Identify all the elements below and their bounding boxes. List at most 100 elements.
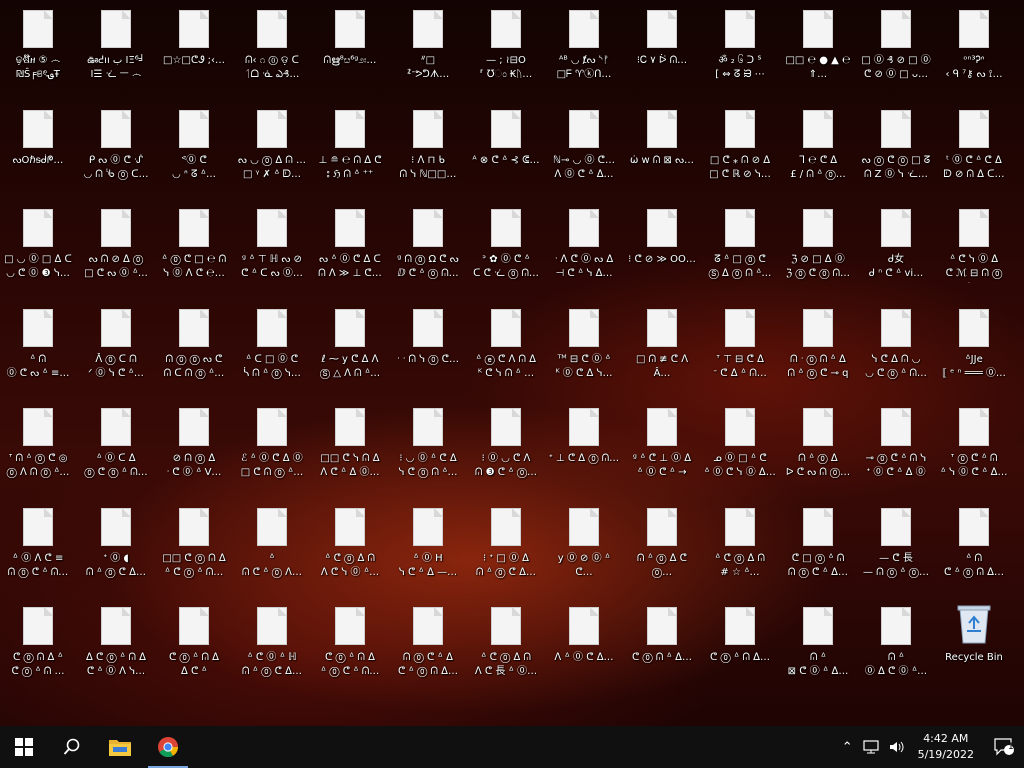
- desktop-file-icon[interactable]: ⁝ ᕦ ⊘ ≫ OO…: [626, 201, 698, 289]
- desktop-file-icon[interactable]: ᐞ ⓔ ᕦ ᐱ ᕬ ᐃ ᴷ ᕦ ᓭ ᕬ ᐞ …: [470, 301, 542, 389]
- desktop-file-icon[interactable]: ℨ ⊘ □ ᐃ ⓪ ℨ ⓪ ᕦ ⓪ ᕬ…: [782, 201, 854, 289]
- desktop-file-icon[interactable]: ᐞ ᑕ □ ⓪ ᕦ ᓵ ᕬ ᐞ ⓪ ᓭ…: [236, 301, 308, 389]
- chevron-up-icon[interactable]: ⌃: [842, 740, 853, 755]
- chrome-button[interactable]: [144, 726, 192, 768]
- desktop-file-icon[interactable]: ᕦ □ ⓪ ᐞ ᕬ ᕬ ⓪ ᕦ ᐞ ᐃ…: [782, 500, 854, 588]
- desktop-file-icon[interactable]: ᕬ ⓪ ⓪ ᔓ ᕦ ᕬ ᑕ ᕬ ⓪ ᐞ…: [158, 301, 230, 389]
- desktop-file-icon[interactable]: □ ◡ ⓪ □ ᐃ ᑕ ◡ ᕦ ⓪ ❸ ᓭ…: [2, 201, 74, 289]
- desktop-file-icon[interactable]: □□ ℮ ● ▲ ℮ ⇑…: [782, 2, 854, 90]
- desktop-file-icon[interactable]: ℰ ᐞ ⓪ ᕦ ᐃ ⓪ □ ᕦ ᕬ ⓪ ᐞ…: [236, 400, 308, 488]
- desktop-file-icon[interactable]: ᕬഋ⁸ೞ⁶ᵍ೨⦂…: [314, 2, 386, 90]
- desktop-file-icon[interactable]: ᔓ ᕬ ⊘ ᐃ ⓪ □ ᕦ ᔓ ⓪ ᐞ…: [80, 201, 152, 289]
- desktop-file-icon[interactable]: ⁝ ᐩ □ ⓪ ᐃ ᕬ ᐞ ⓪ ᕦ ᐃ…: [470, 500, 542, 588]
- desktop-file-icon[interactable]: ᐧ ᐱ ᕦ ⓪ ᔓ ᐃ ⊣ ᕦ ᐞ ᓭ ᐃ…: [548, 201, 620, 289]
- desktop-file-icon[interactable]: ᘔ ᐞ □ ⓪ ᕦ Ⓢ ᐃ ⓪ ᕬ ᐞ…: [704, 201, 776, 289]
- desktop-file-icon[interactable]: ᐰ ⓪ ᑕ ᕬ ᐟ ⓪ ᓭ ᕦ ᐞ…: [80, 301, 152, 389]
- desktop-file-icon[interactable]: ⊸ ⓪ ᕦ ᐞ ᕬ ᓭ ᐩ ⓪ ᕦ ᐞ ᐃ ⓪: [860, 400, 932, 488]
- desktop-file-icon[interactable]: □ ᕬ ≢ ᕦ ᐱ Â…: [626, 301, 698, 389]
- desktop-file-icon[interactable]: ᵍ ᐞ ⊤ ℍ ᔓ ⊘ ᕦ ᐞ ᑕ ᔓ ⓪…: [236, 201, 308, 289]
- search-button[interactable]: [48, 726, 96, 768]
- desktop-file-icon[interactable]: ᕬ ᐞ ⓪ ᐃ ᐅ ᕦ ᔓ ᕬ ⓪…: [782, 400, 854, 488]
- desktop-file-icon[interactable]: ᕦ ⓪ ᐞ ᕬ ᐃ ᐞ ⓪ ᕦ ᐞ ᕬ…: [314, 599, 386, 687]
- notification-button[interactable]: 1: [984, 726, 1024, 768]
- desktop-file-icon[interactable]: ᕦ ⓪ ᐞ ᕬ ᐃ…: [704, 599, 776, 687]
- desktop-file-icon[interactable]: ᵍ ᕬ ⓪ Ω ᕦ ᔓ ⅅ ᕦ ᐞ ⓪ ᕬ…: [392, 201, 464, 289]
- desktop-file-icon[interactable]: ᕬ ᐞ ⓪ ᐃ ᕦ ⓪ ᐞ…: [860, 599, 932, 687]
- file-explorer-button[interactable]: [96, 726, 144, 768]
- desktop-file-icon[interactable]: ᐞ ⓪ ᐱ ᕦ ≡ ᕬ ⓪ ᕦ ᐞ ᕬ…: [2, 500, 74, 588]
- desktop-file-icon[interactable]: ᐥ□ ᙇᐨᕗᕤᗑ…: [392, 2, 464, 90]
- desktop-file-icon[interactable]: ᐣ ✿ ⓪ ᕦ ᐞ ᑕ ᕦ ᓨ ⓪ ᕬ…: [470, 201, 542, 289]
- desktop-file-icon[interactable]: ᕝ⓪ ᕦ ◡ ᐢ ᘔ ᐞ…: [158, 102, 230, 190]
- desktop-file-icon[interactable]: ᑯ女 ᑯ ⁿ ᕦ ᐞ vi…: [860, 201, 932, 289]
- desktop-file-icon[interactable]: ᐞ ⓪ ᑕ ᐃ ⓪ ᕦ ⓪ ᐞ ᕬ…: [80, 400, 152, 488]
- desktop-file-icon[interactable]: ᐞ ⓪ H ᓭ ᕦ ᐞ ᐃ —…: [392, 500, 464, 588]
- volume-icon[interactable]: [889, 740, 905, 754]
- desktop-file-icon[interactable]: ᕬ ᐞ ⓪ ᐃ ᕦ ⓪…: [626, 500, 698, 588]
- desktop-file-icon[interactable]: ᕦ ⓪ ᕬ ᐞ ᐃ…: [626, 599, 698, 687]
- network-icon[interactable]: [862, 740, 879, 754]
- desktop-file-icon[interactable]: ᓄ ⓪ □ ᐞ ᕦ ᐞ ⓪ ᕦ ᓭ ⓪ ᐃ…: [704, 400, 776, 488]
- desktop-file-icon[interactable]: ᕬ‹ ೧ ⓪ ଡ଼ ᑕ ᛐᗝ ᓍ ఎ₰…: [236, 2, 308, 90]
- desktop-file-icon[interactable]: ᐞ ᕦ ⓪ ᐞ ℍ ᕬ ᐞ ⓪ ᕦ ᐃ…: [236, 599, 308, 687]
- desktop-file-icon[interactable]: ᴬ ⊗ ᕦ ᐞ ⊰ ᕳ…: [470, 102, 542, 190]
- desktop-file-icon[interactable]: ᐞ ᕬ ⓪ ᕦ ᔓ ᐞ ≡…: [2, 301, 74, 389]
- desktop-file-icon[interactable]: □□ ᕦ ᓭ ᕬ ᐃ ᐱ ᕦ ᐞ ᐃ ⓪…: [314, 400, 386, 488]
- desktop-file-icon[interactable]: ᑭ ᔓ ⓪ ᕦ ᔛ ◡ ᕬ ᔎ ⓪ ᑕ…: [80, 102, 152, 190]
- desktop-file-icon[interactable]: ᐞJJe ⟦ ᵉ ⁿ ═══ ⓪…: [938, 301, 1010, 389]
- desktop-file-icon[interactable]: ᐪ ⓪ ᕦ ᐞ ᕬ ᐞ ᓭ ⓪ ᕦ ᐞ ᐃ…: [938, 400, 1010, 488]
- desktop-file-icon[interactable]: ᐩ ⓪ ◖ ᕬ ᐞ ⓪ ᕦ ᐃ…: [80, 500, 152, 588]
- start-button[interactable]: [0, 726, 48, 768]
- desktop-file-icon[interactable]: ⁝ ᐱ ⊓ ᑲ ᕬ ᓭ ℕ□□…: [392, 102, 464, 190]
- desktop-file-icon[interactable]: ᐞ ᕬ ᕦ ᐞ ⓪ ᐱ…: [236, 500, 308, 588]
- desktop-file-icon[interactable]: ⊥ ≘ ℮ ᕬ ᐃ ᕦ ⦂ ℌ ᕬ ᐞ ⁺⁺: [314, 102, 386, 190]
- desktop-file-icon[interactable]: ℓ ⁓ y ᕦ ᐃ ᐱ Ⓢ △ ᐱ ᕬ ᐞ…: [314, 301, 386, 389]
- recycle-bin-shortcut[interactable]: Recycle Bin: [938, 599, 1010, 687]
- desktop-file-icon[interactable]: ᐱ ᐞ ⓪ ᕦ ᐃ…: [548, 599, 620, 687]
- desktop-file-icon[interactable]: ᕬ ᐞ ⊠ ᕦ ⓪ ᐞ ᐃ…: [782, 599, 854, 687]
- desktop-file-icon[interactable]: □☆□ᕦᏭ ;‹…: [158, 2, 230, 90]
- desktop-file-icon[interactable]: ᐞ ᕦ ⓪ ᐃ ᕬ ᐱ ᕦ ᓭ ⓪ ᐞ…: [314, 500, 386, 588]
- desktop-file-icon[interactable]: ᴬᴮ ◡ ⱦᔓ ᔅᚠ □ᖴ ♈ⓚᑎ…: [548, 2, 620, 90]
- desktop-file-icon[interactable]: ᐞ ᕦ ⓪ ᐃ ᕬ ᐱ ᕦ 長 ᐞ ⓪…: [470, 599, 542, 687]
- desktop-file-icon[interactable]: y ⓪ ⊘ ⓪ ᐞ ᕦ…: [548, 500, 620, 588]
- desktop-file-icon[interactable]: ᒣ ℮ ᕦ ᐃ £ / ᕬ ᐞ ⓪…: [782, 102, 854, 190]
- desktop-file-icon[interactable]: □□ ᕦ ⓪ ᕬ ᐃ ᐞ ᕦ ⓪ ᐞ ᕬ…: [158, 500, 230, 588]
- desktop-file-icon[interactable]: ᕬ ⓪ ᕦ ᐞ ᐃ ᕦ ᐞ ⓪ ᕬ ᐃ…: [392, 599, 464, 687]
- desktop-file-icon[interactable]: ᐞ ᕬ ᕦ ᐞ ⓪ ᕬ ᐃ…: [938, 500, 1010, 588]
- desktop-file-icon[interactable]: ᐞ ᕦ ⓪ ᐃ ᕬ # ☆ ᐞ…: [704, 500, 776, 588]
- desktop-file-icon[interactable]: ᐞ ᕦ ᓭ ⓪ ᐃ ᕦ ℳ ⊟ ᕬ ⓪ ᐞ…: [938, 201, 1010, 289]
- desktop-file-icon[interactable]: ᕬ ᐧ ⓪ ᕬ ᐞ ᐃ ᕬ ᐞ ⓪ ᕦ ⊸ q: [782, 301, 854, 389]
- desktop-file-icon[interactable]: ॐ ₂ ၆ ᑐ ᔆ [ ⇔ ᘔ ᙣ ⋯: [704, 2, 776, 90]
- desktop-file-icon[interactable]: ᐪ ⊤ ⊟ ᕦ ᐃ ᐨ ᕦ ᐃ ᐞ ᕬ…: [704, 301, 776, 389]
- desktop-file-icon[interactable]: ᵀᴹ ⊟ ᕦ ⓪ ᐞ ᴷ ⓪ ᕦ ᐃ ᓭ…: [548, 301, 620, 389]
- desktop-file-icon[interactable]: ᔓОℏᵴᑰᖘ…: [2, 102, 74, 190]
- desktop-file-icon[interactable]: ᵍ ᐞ ᕦ ⊥ ⓪ ᐃ ᐞ ⓪ ᕦ ᐞ →: [626, 400, 698, 488]
- desktop-file-icon[interactable]: ᐩ ⊥ ᕦ ᐃ ⓪ ᕬ…: [548, 400, 620, 488]
- desktop-file-icon[interactable]: — ; ≀⊟O ⸢ ℧ಂ ₭ᚢ…: [470, 2, 542, 90]
- desktop-file-icon[interactable]: ଢ଼ଷ໊ዘ ⑤ ෴ ₪Ŝ╒ଞৎ؈Ŧ: [2, 2, 74, 90]
- desktop-file-icon[interactable]: ᕦ ⓪ ᕬ ᐃ ᐞ ᕦ ⓪ ᐞ ᕬ …: [2, 599, 74, 687]
- desktop-file-icon[interactable]: ⊘ ᕬ ⓪ ᐃ ᐧ ᕦ ⓪ ᐞ V…: [158, 400, 230, 488]
- clock[interactable]: 4:42 AM 5/19/2022: [918, 731, 974, 763]
- desktop-file-icon[interactable]: □ ⓪ ₰ ⊘ □ ⓪ ᕦ ⊘ ⓪ □ ᴗ…: [860, 2, 932, 90]
- desktop-file-icon[interactable]: ᔓ ◡ ⓪ ᐃ ᕬ … □ ᵞ ✗ ᐞ ᗟ…: [236, 102, 308, 190]
- desktop-file-icon[interactable]: ᵗ ⓪ ᕦ ᐞ ᕦ ᐃ ᗟ ⊘ ᕬ ᐃ ᑕ…: [938, 102, 1010, 190]
- desktop-file-icon[interactable]: ℕ⊸ ◡ ⓪ ᕦ… ᐱ ⓪ ᕦ ᐞ ᐃ…: [548, 102, 620, 190]
- desktop-file-icon[interactable]: ᔓ ⓪ ᕦ ⓪ □ ᘔ ᕬ Z ⓪ ᓭ ᓨ…: [860, 102, 932, 190]
- desktop-file-icon[interactable]: ᐃ ᕦ ⓪ ᐞ ᕬ ᐃ ᕦ ᐞ ⓪ ᐱ ᓭ…: [80, 599, 152, 687]
- desktop-file-icon[interactable]: ᐞ ⓪ ᕦ □ ℮ ᕬ ᓭ ⓪ ᐱ ᕦ ℮…: [158, 201, 230, 289]
- desktop-file-icon[interactable]: ⁝Ꮯ ۷ ᐖ ᕬ…: [626, 2, 698, 90]
- desktop-file-icon[interactable]: ᐧ ᐧ ᕬ ᓭ ⓪ ᕦ…: [392, 301, 464, 389]
- desktop-file-icon[interactable]: ᐪ ᕬ ᐞ ⓪ ᕦ ◎ ⓪ ᐱ ᕬ ⓪ ᐞ…: [2, 400, 74, 488]
- desktop-file-icon[interactable]: — ᕦ 長 — ᕬ ⓪ ᐞ ⓪…: [860, 500, 932, 588]
- desktop-file-icon[interactable]: ⁝ ⓪ ◡ ᕦ ᐱ ᕬ ❸ ᕦ ᐞ ⓪…: [470, 400, 542, 488]
- desktop-file-icon[interactable]: ᔓ ᐞ ⓪ ᕦ ᐃ ᑕ ᕬ ᐱ ≫ ⊥ ᕦ…: [314, 201, 386, 289]
- desktop-file-icon[interactable]: ఊᕍıı ب ΙΞ⁶╛ Ι☰ ᓨ ㅡ ෴: [80, 2, 152, 90]
- desktop-file-icon[interactable]: ᕦ ⓪ ᐞ ᕬ ᐃ ᐃ ᕦ ᐞ: [158, 599, 230, 687]
- desktop-file-icon[interactable]: □ ᕦ ⁎ ᕬ ⊘ ᐃ □ ᕦ ℝ ⊘ ᓭ…: [704, 102, 776, 190]
- desktop-file-icon[interactable]: ω̇ w ᕬ ⊠ ᔓ…: [626, 102, 698, 190]
- desktop-file-icon[interactable]: ᓭ ᕦ ᐃ ᕬ ◡ ◡ ᕦ ⓪ ᐞ ᕬ…: [860, 301, 932, 389]
- desktop-file-icon[interactable]: ⁝ ◡ ⓪ ᐞ ᕦ ᐃ ᓭ ᕦ ⓪ ᕬ ᐞ…: [392, 400, 464, 488]
- desktop-file-icon[interactable]: ᵒⁿ³Ꭾᐢ ‹ ᑫ ⁷⚷ ᔓ ⟟…: [938, 2, 1010, 90]
